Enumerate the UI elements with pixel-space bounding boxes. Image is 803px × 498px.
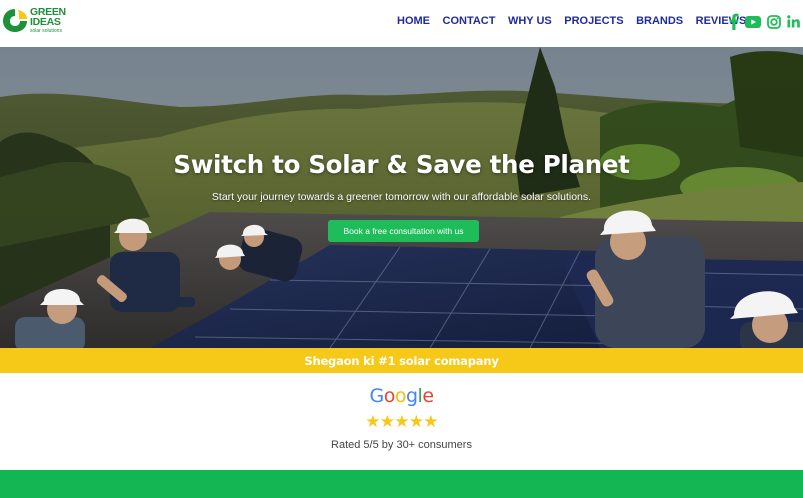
star-icon: ★ [408,412,424,431]
youtube-icon[interactable] [745,15,761,28]
star-icon: ★ [365,412,381,431]
footer-strip [0,470,803,498]
site-header: GREEN IDEAS solar solutions HOME CONTACT… [0,0,803,47]
hero-subtitle: Start your journey towards a greener tom… [211,191,592,203]
nav-home[interactable]: HOME [397,15,430,27]
star-rating: ★ ★ ★ ★ ★ [0,412,803,432]
nav-projects[interactable]: PROJECTS [564,15,623,27]
main-nav: HOME CONTACT WHY US PROJECTS BRANDS REVI… [397,15,759,27]
google-rating-section: Google ★ ★ ★ ★ ★ Rated 5/5 by 30+ consum… [0,373,803,470]
nav-why-us[interactable]: WHY US [508,15,552,27]
star-icon: ★ [379,412,395,431]
brand-wordmark: GREEN IDEAS solar solutions [30,6,66,34]
nav-brands[interactable]: BRANDS [636,15,683,27]
social-links [729,13,803,30]
leaf-logo-icon [3,9,27,32]
brand-line-2: IDEAS [30,16,61,28]
brand-logo[interactable]: GREEN IDEAS solar solutions [2,5,66,35]
hero-section: Switch to Solar & Save the Planet Start … [0,47,803,348]
brand-tagline: solar solutions [30,27,62,34]
star-icon: ★ [423,412,439,431]
star-icon: ★ [394,412,410,431]
rating-text: Rated 5/5 by 30+ consumers [331,439,472,451]
hero-title: Switch to Solar & Save the Planet [173,150,630,179]
banner-text: Shegaon ki #1 solar comapany [304,353,499,368]
promo-banner: Shegaon ki #1 solar comapany [0,348,803,373]
instagram-icon[interactable] [767,14,781,29]
facebook-icon[interactable] [729,13,739,30]
google-logo: Google [369,385,434,407]
linkedin-icon[interactable] [787,15,800,28]
nav-contact[interactable]: CONTACT [443,15,496,27]
book-consultation-button[interactable]: Book a free consultation with us [328,220,479,242]
